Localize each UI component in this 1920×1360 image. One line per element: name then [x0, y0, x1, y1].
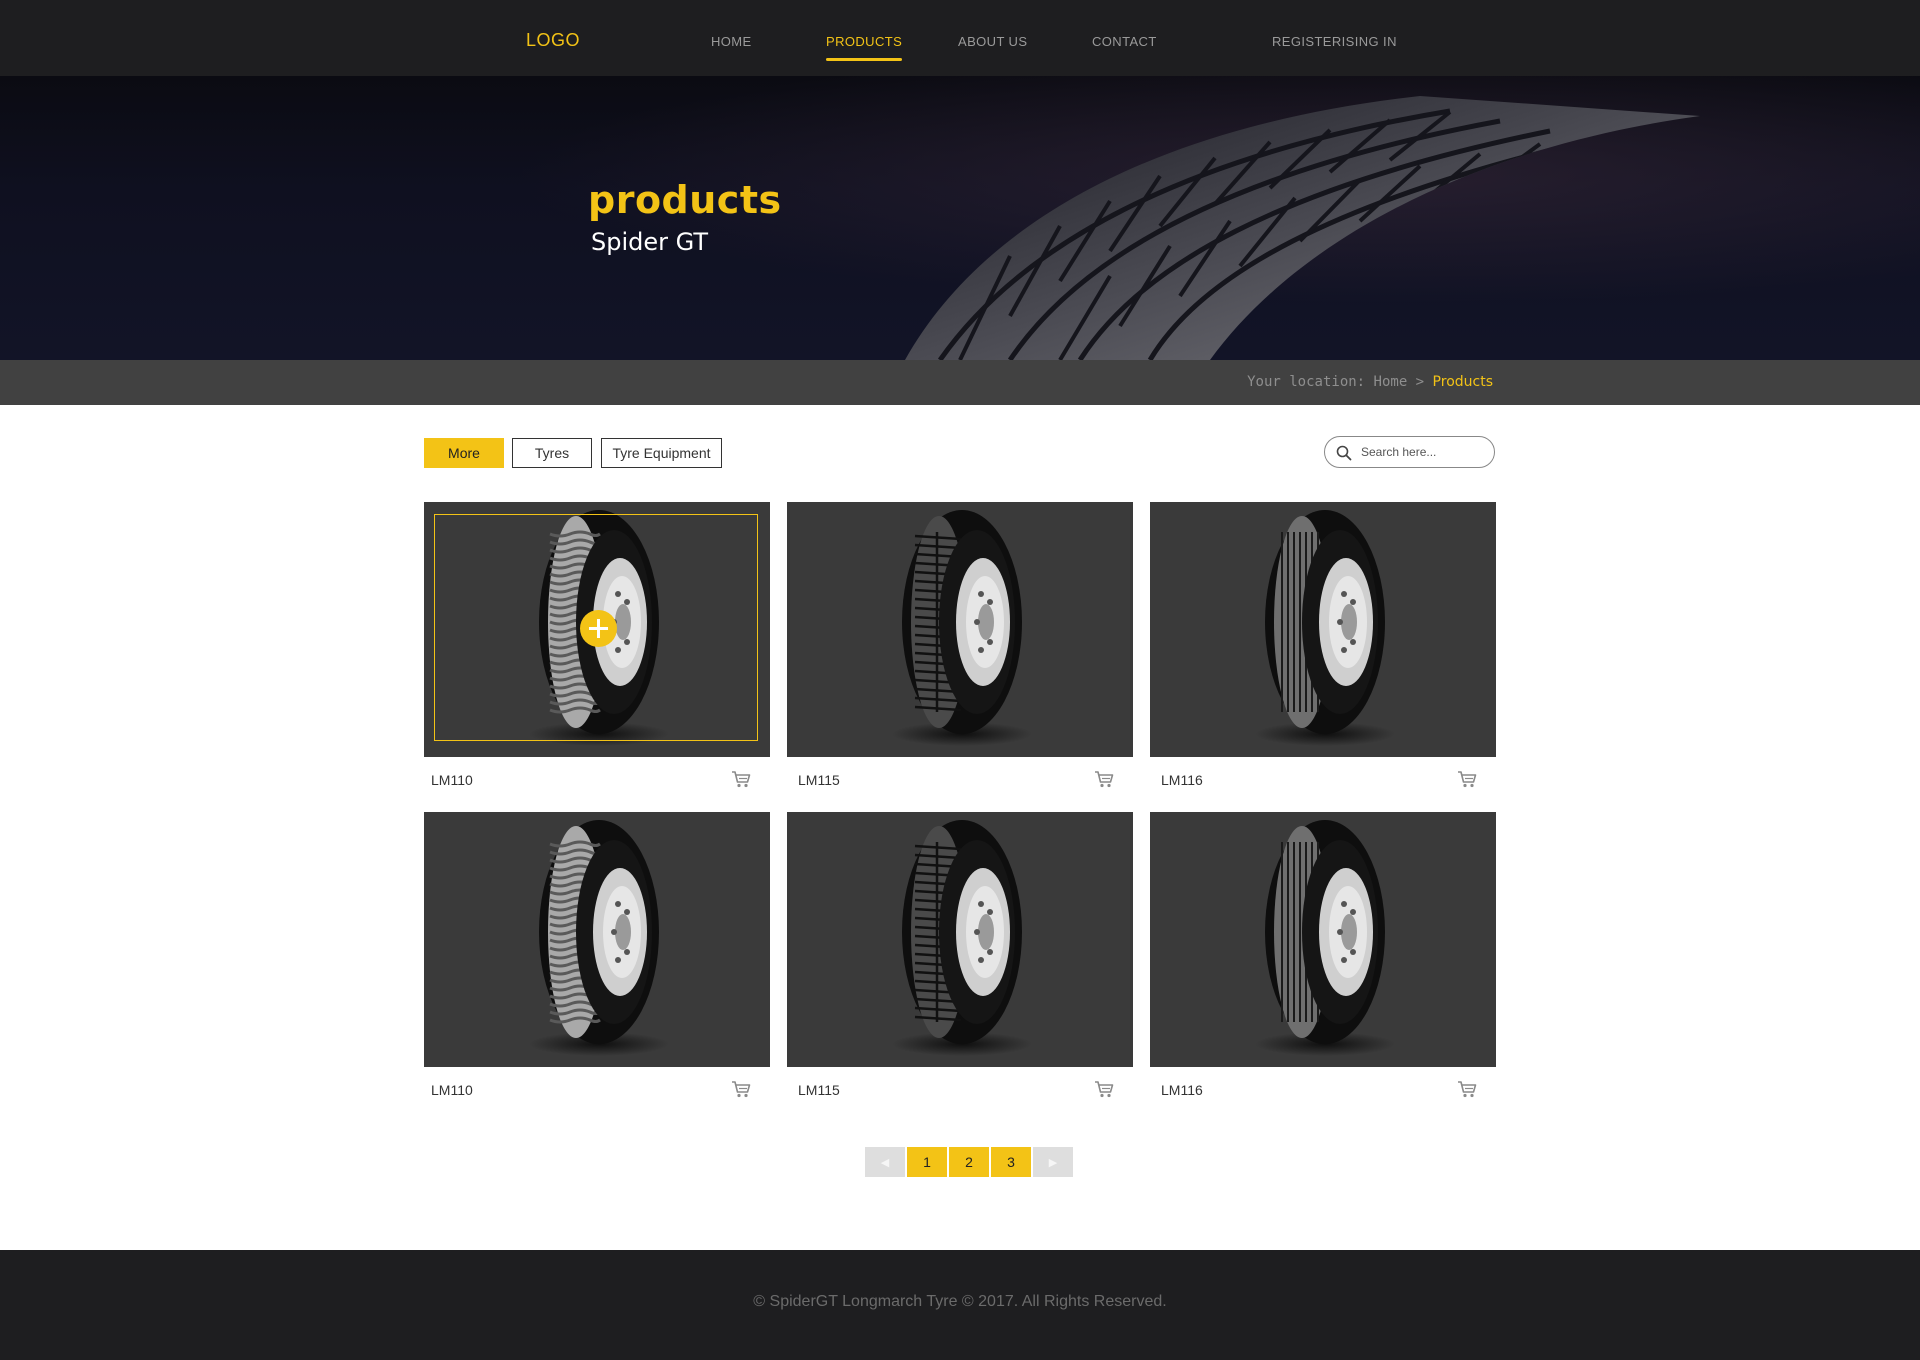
logo[interactable]: LOGO: [526, 30, 580, 51]
product-card[interactable]: [424, 502, 770, 757]
copyright-text: © SpiderGT Longmarch Tyre © 2017. All Ri…: [753, 1293, 1167, 1310]
hero-title: products: [588, 178, 782, 222]
plus-icon[interactable]: [580, 610, 617, 647]
product-card[interactable]: [787, 502, 1133, 757]
pagination-page-1[interactable]: 1: [907, 1147, 947, 1177]
breadcrumb-bar: Your location: Home > Products: [0, 360, 1920, 405]
breadcrumb-current: Products: [1432, 374, 1493, 390]
product-name[interactable]: LM110: [431, 1082, 473, 1098]
product-name[interactable]: LM116: [1161, 772, 1203, 788]
filter-tyres-button[interactable]: Tyres: [512, 438, 592, 468]
cart-icon[interactable]: [1094, 770, 1114, 793]
pagination-prev-button[interactable]: ◀: [865, 1147, 905, 1177]
filter-more-button[interactable]: More: [424, 438, 504, 468]
tyre-image: [892, 820, 1032, 1056]
cart-icon[interactable]: [731, 770, 751, 793]
nav-active-underline: [826, 58, 903, 61]
nav-contact[interactable]: CONTACT: [1092, 34, 1157, 49]
tyre-image: [892, 510, 1032, 746]
nav-register-sign-in[interactable]: REGISTERISING IN: [1272, 34, 1397, 49]
search-box: [1324, 436, 1495, 468]
hero-subtitle: Spider GT: [591, 228, 709, 256]
hero-tyre-image: [0, 76, 1920, 360]
breadcrumb-prefix[interactable]: Your location: Home >: [1247, 374, 1432, 390]
nav-products[interactable]: PRODUCTS: [826, 34, 903, 61]
pagination-next-button[interactable]: ▶: [1033, 1147, 1073, 1177]
nav-about-us[interactable]: ABOUT US: [958, 34, 1027, 49]
top-navigation-bar: LOGO HOME PRODUCTS ABOUT US CONTACT REGI…: [0, 0, 1920, 76]
breadcrumb: Your location: Home > Products: [1247, 374, 1493, 390]
product-card[interactable]: [424, 812, 770, 1067]
pagination-page-3[interactable]: 3: [991, 1147, 1031, 1177]
hero-banner: products Spider GT: [0, 76, 1920, 360]
pagination-page-2[interactable]: 2: [949, 1147, 989, 1177]
product-name[interactable]: LM115: [798, 1082, 840, 1098]
product-name[interactable]: LM115: [798, 772, 840, 788]
tyre-image: [1255, 510, 1395, 746]
search-input[interactable]: [1361, 443, 1481, 461]
product-card[interactable]: [787, 812, 1133, 1067]
nav-products-label: PRODUCTS: [826, 34, 903, 49]
filter-tyre-equipment-button[interactable]: Tyre Equipment: [601, 438, 722, 468]
cart-icon[interactable]: [731, 1080, 751, 1103]
product-name[interactable]: LM116: [1161, 1082, 1203, 1098]
tyre-image: [1255, 820, 1395, 1056]
footer: © SpiderGT Longmarch Tyre © 2017. All Ri…: [0, 1250, 1920, 1360]
product-card[interactable]: [1150, 502, 1496, 757]
cart-icon[interactable]: [1094, 1080, 1114, 1103]
nav-home[interactable]: HOME: [711, 34, 752, 49]
cart-icon[interactable]: [1457, 770, 1477, 793]
product-card[interactable]: [1150, 812, 1496, 1067]
tyre-image: [529, 820, 669, 1056]
search-icon[interactable]: [1336, 445, 1352, 461]
product-name[interactable]: LM110: [431, 772, 473, 788]
cart-icon[interactable]: [1457, 1080, 1477, 1103]
